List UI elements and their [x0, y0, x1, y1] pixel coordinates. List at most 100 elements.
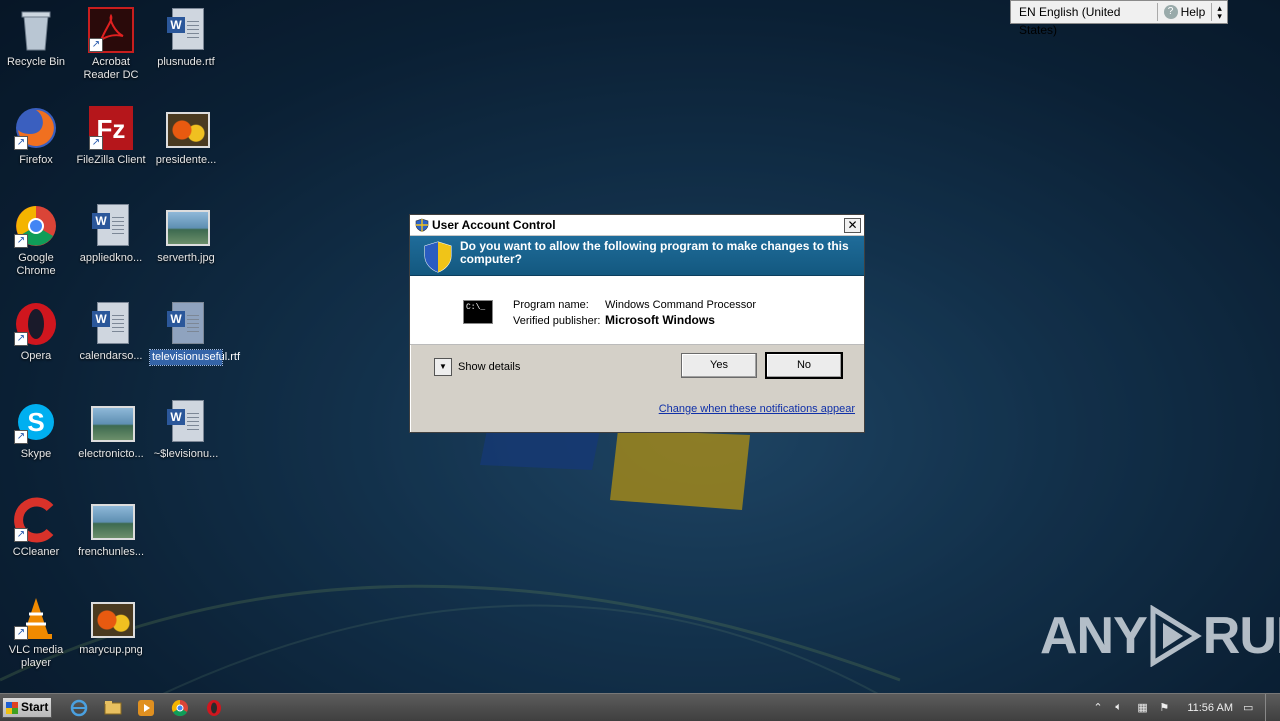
internet-explorer-icon[interactable]: [70, 699, 88, 717]
show-desktop-button[interactable]: [1265, 694, 1280, 721]
desktop-icon-marycup[interactable]: marycup.png: [75, 594, 147, 657]
program-name-row: Program name: Windows Command Processor: [513, 299, 756, 311]
chevron-down-icon: ▼: [434, 358, 452, 376]
volume-icon[interactable]: 🔈︎: [1115, 701, 1129, 715]
vlc-cone-icon: ↗: [12, 594, 60, 642]
icon-label: electronicto...: [78, 448, 144, 460]
recycle-bin-icon: [12, 6, 60, 54]
no-button[interactable]: No: [765, 352, 843, 379]
yes-button[interactable]: Yes: [681, 353, 757, 378]
word-document-icon: W: [87, 300, 135, 348]
image-file-icon: [87, 398, 135, 446]
uac-shield-icon: [415, 218, 429, 232]
program-name-value: Windows Command Processor: [605, 299, 756, 311]
close-button[interactable]: ✕: [844, 217, 861, 233]
desktop-icon-google-chrome[interactable]: ↗ Google Chrome: [0, 202, 72, 278]
network-icon[interactable]: ▦: [1137, 701, 1151, 715]
desktop-icon-temp-television[interactable]: W ~$levisionu...: [150, 398, 222, 461]
shortcut-arrow-icon: ↗: [14, 528, 28, 542]
windows-logo-icon: [6, 701, 18, 714]
watermark-left: ANY: [1040, 607, 1148, 665]
shortcut-arrow-icon: ↗: [14, 234, 28, 248]
notification-icon[interactable]: ▭: [1243, 701, 1257, 715]
language-bar: EN English (United States) ? Help ▴ ▾: [1010, 0, 1228, 37]
image-file-icon: [87, 594, 135, 642]
start-button[interactable]: Start: [2, 697, 52, 718]
uac-dialog: User Account Control ✕ Do you want to al…: [409, 214, 865, 433]
desktop-icon-presidente[interactable]: presidente...: [150, 104, 222, 167]
desktop-icon-firefox[interactable]: ↗ Firefox: [0, 104, 72, 167]
word-document-icon: W: [87, 202, 135, 250]
show-details-toggle[interactable]: ▼ Show details: [434, 358, 520, 376]
desktop-icon-plusnude[interactable]: W plusnude.rtf: [150, 6, 222, 69]
desktop-icon-appliedkno[interactable]: W appliedkno...: [75, 202, 147, 265]
action-center-flag-icon[interactable]: ⚑: [1159, 701, 1173, 715]
ccleaner-icon: ↗: [12, 496, 60, 544]
uac-titlebar[interactable]: User Account Control ✕: [410, 215, 864, 236]
desktop-icon-vlc[interactable]: ↗ VLC media player: [0, 594, 72, 670]
desktop-icon-calendarso[interactable]: W calendarso...: [75, 300, 147, 363]
windows-flag-logo: [480, 425, 750, 510]
system-tray: ⌃ 🔈︎ ▦ ⚑ 11:56 AM ▭: [1093, 694, 1280, 721]
language-bar-options-icon[interactable]: ▴ ▾: [1212, 4, 1227, 21]
taskbar: Start ⌃ 🔈︎ ▦ ⚑ 11:56 AM ▭: [0, 693, 1280, 721]
icon-label: Recycle Bin: [6, 56, 66, 68]
publisher-value: Microsoft Windows: [605, 313, 715, 327]
desktop-icon-televisionuseful[interactable]: W televisionuseful.rtf: [149, 300, 241, 366]
svg-text:S: S: [27, 407, 44, 437]
desktop-icon-acrobat[interactable]: ↗ Acrobat Reader DC: [75, 6, 147, 82]
shortcut-arrow-icon: ↗: [14, 626, 28, 640]
skype-icon: S ↗: [12, 398, 60, 446]
icon-label: Acrobat Reader DC: [83, 56, 139, 81]
uac-shield-icon: [424, 241, 452, 273]
show-hidden-icons-icon[interactable]: ⌃: [1093, 701, 1107, 715]
language-selector[interactable]: EN English (United States): [1011, 3, 1158, 37]
icon-label: CCleaner: [12, 546, 60, 558]
word-document-icon: W: [162, 398, 210, 446]
desktop-icon-recycle-bin[interactable]: Recycle Bin: [0, 6, 72, 69]
icon-label: calendarso...: [79, 350, 143, 362]
start-label: Start: [21, 700, 49, 714]
shortcut-arrow-icon: ↗: [89, 38, 103, 52]
help-icon: ?: [1163, 5, 1178, 19]
desktop-icon-frenchunles[interactable]: frenchunles...: [75, 496, 147, 559]
file-explorer-icon[interactable]: [104, 699, 122, 717]
desktop-icon-opera[interactable]: ↗ Opera: [0, 300, 72, 363]
command-prompt-icon: C:\_: [463, 300, 493, 324]
icon-label: serverth.jpg: [157, 252, 215, 264]
desktop-icon-filezilla[interactable]: Fz ↗ FileZilla Client: [75, 104, 147, 167]
icon-label: marycup.png: [79, 644, 143, 656]
icon-label: Google Chrome: [16, 252, 56, 277]
icon-label: FileZilla Client: [76, 154, 146, 166]
uac-title: User Account Control: [432, 218, 556, 232]
icon-label: Skype: [20, 448, 52, 460]
desktop-icon-electronicto[interactable]: electronicto...: [75, 398, 147, 461]
opera-icon: ↗: [12, 300, 60, 348]
desktop-icon-skype[interactable]: S ↗ Skype: [0, 398, 72, 461]
uac-banner: Do you want to allow the following progr…: [410, 236, 864, 276]
program-info-panel: C:\_ Program name: Windows Command Proces…: [410, 276, 864, 345]
help-label: Help: [1180, 5, 1206, 19]
media-player-icon[interactable]: [137, 699, 155, 717]
icon-label: plusnude.rtf: [157, 56, 215, 68]
image-file-icon: [162, 104, 210, 152]
icon-label: Firefox: [19, 154, 53, 166]
word-document-icon: W: [162, 6, 210, 54]
publisher-row: Verified publisher: Microsoft Windows: [513, 313, 715, 327]
shortcut-arrow-icon: ↗: [89, 136, 103, 150]
language-bar-help[interactable]: ? Help: [1158, 3, 1213, 21]
icon-label: televisionuseful.rtf: [149, 349, 241, 366]
publisher-label: Verified publisher:: [513, 315, 601, 327]
opera-taskbar-icon[interactable]: [205, 699, 223, 717]
change-notifications-link[interactable]: Change when these notifications appear: [659, 403, 855, 415]
word-document-icon: W: [162, 300, 210, 348]
icon-label: appliedkno...: [79, 252, 143, 264]
clock[interactable]: 11:56 AM: [1187, 702, 1233, 714]
image-file-icon: [87, 496, 135, 544]
desktop-icon-ccleaner[interactable]: ↗ CCleaner: [0, 496, 72, 559]
desktop-icon-serverth[interactable]: serverth.jpg: [150, 202, 222, 265]
chrome-taskbar-icon[interactable]: [171, 699, 189, 717]
filezilla-icon: Fz ↗: [87, 104, 135, 152]
play-triangle-icon: [1150, 605, 1202, 667]
program-name-label: Program name:: [513, 299, 589, 311]
